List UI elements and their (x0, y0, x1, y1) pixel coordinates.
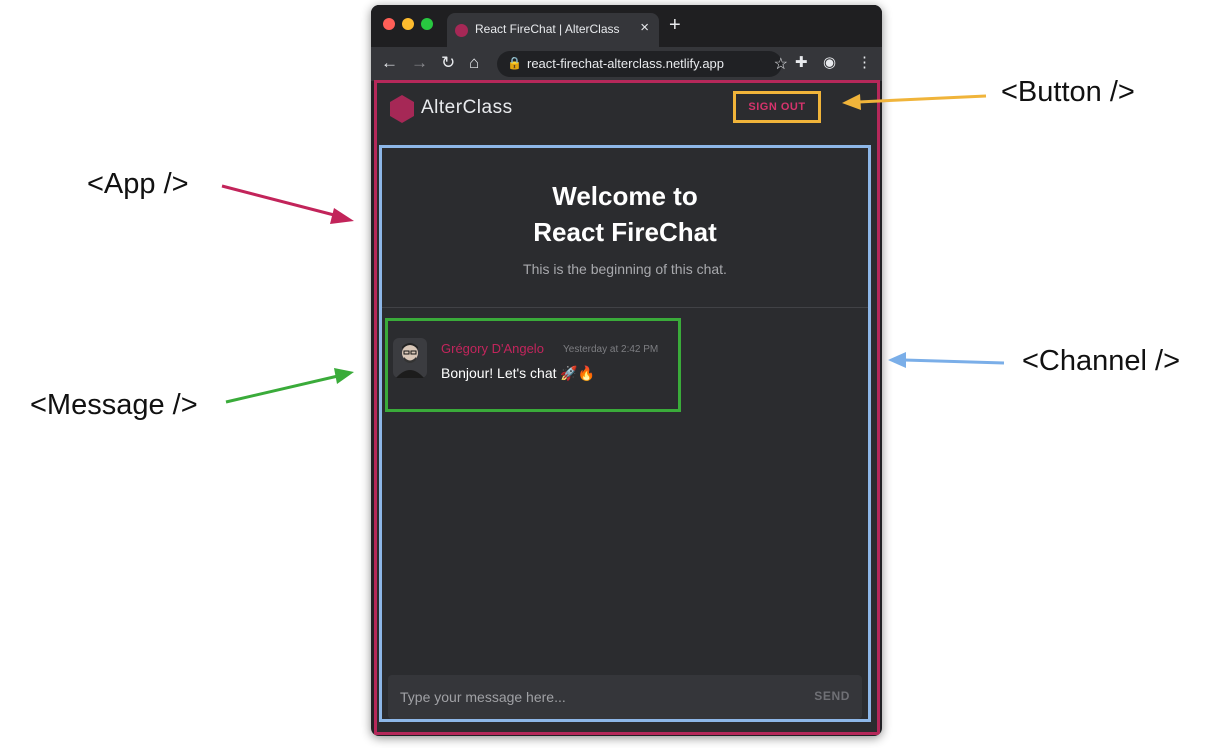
address-bar[interactable]: 🔒 react-firechat-alterclass.netlify.app … (497, 51, 788, 77)
home-icon[interactable]: ⌂ (469, 53, 479, 73)
channel-arrow (903, 358, 1005, 365)
channel-subtitle: This is the beginning of this chat. (523, 261, 727, 277)
welcome-line-1: Welcome to (552, 181, 698, 211)
avatar (393, 338, 427, 378)
message-input[interactable] (388, 675, 798, 719)
annotation-channel: <Channel /> (1022, 345, 1181, 377)
back-icon[interactable]: ← (381, 53, 398, 73)
message-author: Grégory D'Angelo (441, 341, 544, 356)
welcome-line-2: React FireChat (533, 217, 717, 247)
browser-tab[interactable]: React FireChat | AlterClass × (447, 13, 659, 47)
lock-icon: 🔒 (507, 56, 522, 70)
send-button[interactable]: SEND (814, 689, 850, 703)
message-arrowhead-icon (334, 368, 354, 384)
message-form: SEND (388, 675, 862, 719)
message-arrow (225, 374, 339, 404)
channel-arrowhead-icon (888, 352, 906, 368)
reload-icon[interactable]: ↻ (441, 53, 455, 73)
menu-icon[interactable]: ⋮ (857, 53, 872, 71)
message-text: Bonjour! Let's chat 🚀🔥 (441, 365, 596, 381)
forward-icon[interactable]: → (411, 53, 428, 73)
app-arrow (221, 184, 339, 218)
tab-bar: React FireChat | AlterClass × + (371, 5, 882, 47)
maximize-window-button[interactable] (421, 18, 433, 30)
browser-window: React FireChat | AlterClass × + ← → ↻ ⌂ … (371, 5, 882, 736)
divider (382, 307, 868, 308)
url-text: react-firechat-alterclass.netlify.app (527, 56, 725, 71)
incognito-icon[interactable]: ◉ (823, 53, 836, 71)
tab-title: React FireChat | AlterClass (475, 22, 620, 36)
minimize-window-button[interactable] (402, 18, 414, 30)
favicon-icon (455, 24, 468, 37)
annotation-button: <Button /> (1001, 76, 1135, 108)
sign-out-button[interactable]: SIGN OUT (733, 91, 821, 123)
message-timestamp: Yesterday at 2:42 PM (563, 344, 659, 355)
star-icon[interactable]: ☆ (774, 54, 788, 74)
brand-name: AlterClass (421, 97, 513, 118)
alterclass-logo-icon (390, 95, 414, 123)
browser-toolbar: ← → ↻ ⌂ 🔒 react-firechat-alterclass.netl… (371, 47, 882, 81)
extensions-icon[interactable]: ✚ (795, 53, 808, 71)
close-window-button[interactable] (383, 18, 395, 30)
app-container: AlterClass SIGN OUT Welcome to React Fir… (374, 80, 880, 735)
annotation-app: <App /> (87, 168, 189, 200)
channel: Welcome to React FireChat This is the be… (379, 145, 871, 722)
annotation-message: <Message /> (30, 389, 198, 421)
new-tab-icon[interactable]: + (669, 14, 681, 37)
app-arrowhead-icon (330, 208, 354, 224)
app-header: AlterClass SIGN OUT (375, 81, 879, 137)
tab-close-icon[interactable]: × (640, 19, 649, 36)
message: Grégory D'Angelo Yesterday at 2:42 PM Bo… (385, 318, 681, 412)
